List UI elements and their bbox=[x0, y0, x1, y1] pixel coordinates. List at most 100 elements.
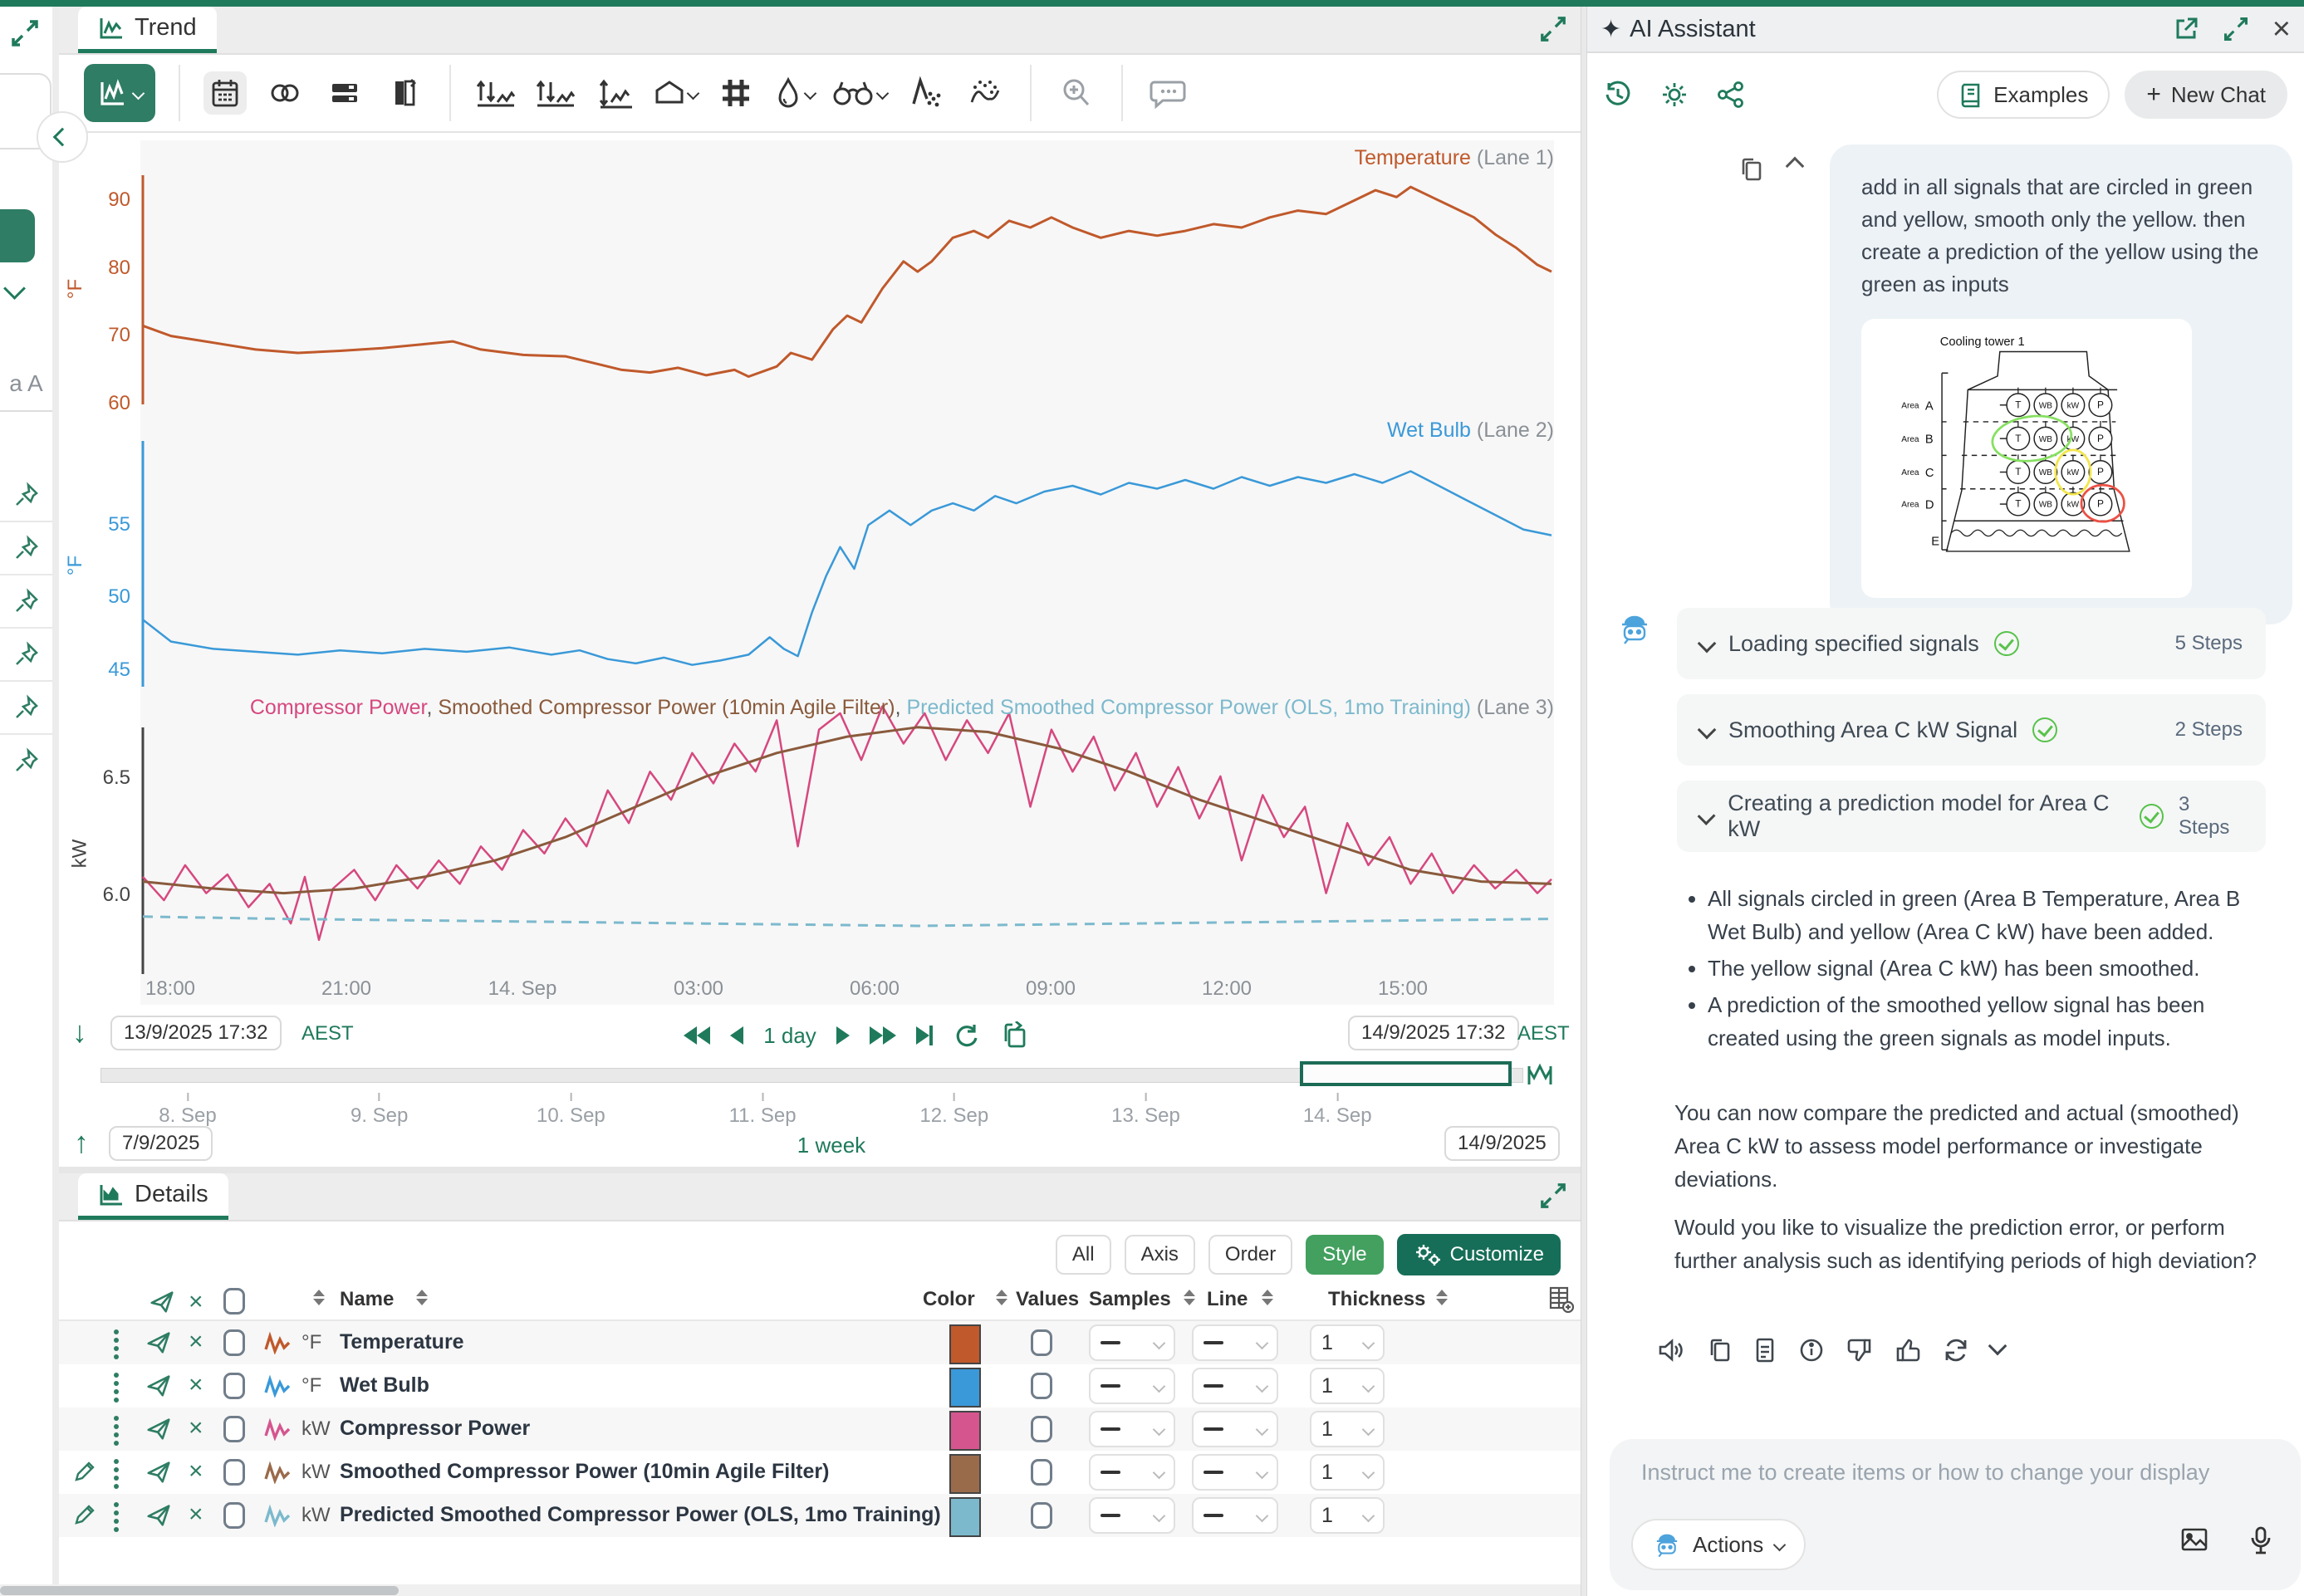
kebab-menu-icon[interactable] bbox=[114, 1459, 119, 1489]
send-icon[interactable] bbox=[145, 1415, 172, 1442]
send-icon[interactable] bbox=[145, 1372, 172, 1398]
display-start-input[interactable]: 13/9/2025 17:32 bbox=[110, 1016, 282, 1050]
thumbs-up-icon[interactable] bbox=[1895, 1337, 1921, 1363]
settings-gear-icon[interactable] bbox=[1660, 81, 1689, 109]
remove-all-icon[interactable]: × bbox=[189, 1290, 203, 1314]
copy-icon[interactable] bbox=[1707, 1337, 1732, 1363]
filter-style-button[interactable]: Style bbox=[1306, 1235, 1383, 1275]
filter-axis-button[interactable]: Axis bbox=[1125, 1235, 1195, 1275]
values-checkbox[interactable] bbox=[1031, 1459, 1052, 1486]
tab-trend[interactable]: Trend bbox=[78, 7, 217, 53]
samples-style-dropdown[interactable] bbox=[1089, 1368, 1175, 1404]
dimming-button[interactable] bbox=[774, 76, 815, 110]
chevron-down-icon[interactable] bbox=[1991, 1339, 2004, 1357]
sort-icon[interactable] bbox=[1184, 1290, 1195, 1305]
step-forward-fast-icon[interactable] bbox=[870, 1026, 896, 1045]
column-thickness[interactable]: Thickness bbox=[1328, 1288, 1425, 1311]
row-checkbox[interactable] bbox=[223, 1373, 245, 1399]
row-name[interactable]: Predicted Smoothed Compressor Power (OLS… bbox=[340, 1503, 941, 1527]
gridlines-icon[interactable] bbox=[714, 71, 757, 115]
remove-icon[interactable]: × bbox=[189, 1329, 203, 1354]
kebab-menu-icon[interactable] bbox=[114, 1373, 119, 1403]
step-group-2[interactable]: Smoothing Area C kW Signal 2 Steps bbox=[1677, 694, 2266, 766]
send-icon[interactable] bbox=[145, 1329, 172, 1355]
color-swatch[interactable] bbox=[949, 1411, 981, 1451]
auto-scale-icon[interactable] bbox=[594, 71, 637, 115]
row-checkbox[interactable] bbox=[223, 1459, 245, 1486]
chat-input[interactable] bbox=[1640, 1459, 2257, 1486]
customize-button[interactable]: Customize bbox=[1397, 1234, 1561, 1275]
share-icon[interactable] bbox=[1717, 81, 1745, 109]
info-icon[interactable] bbox=[1798, 1337, 1825, 1363]
values-checkbox[interactable] bbox=[1031, 1329, 1052, 1356]
table-row[interactable]: ×kWSmoothed Compressor Power (10min Agil… bbox=[59, 1451, 1581, 1494]
move-start-down-icon[interactable]: ↓ bbox=[72, 1017, 87, 1047]
step-group-3[interactable]: Creating a prediction model for Area C k… bbox=[1677, 781, 2266, 852]
move-start-up-icon[interactable]: ↑ bbox=[74, 1128, 89, 1158]
thickness-dropdown[interactable]: 1 bbox=[1310, 1454, 1385, 1491]
open-in-new-icon[interactable] bbox=[2173, 16, 2199, 42]
samples-style-dropdown[interactable] bbox=[1089, 1497, 1175, 1534]
collapse-sidebar-button[interactable] bbox=[37, 111, 88, 163]
expand-details-icon[interactable] bbox=[1539, 1182, 1567, 1210]
image-upload-icon[interactable] bbox=[2179, 1525, 2209, 1555]
filter-order-button[interactable]: Order bbox=[1208, 1235, 1292, 1275]
collapse-message-icon[interactable] bbox=[1788, 159, 1802, 183]
document-icon[interactable] bbox=[1753, 1337, 1777, 1363]
investigate-start-input[interactable]: 7/9/2025 bbox=[109, 1126, 213, 1161]
select-all-checkbox[interactable] bbox=[223, 1288, 245, 1314]
table-row[interactable]: ×kWPredicted Smoothed Compressor Power (… bbox=[59, 1494, 1581, 1537]
remove-icon[interactable]: × bbox=[189, 1502, 203, 1527]
row-name[interactable]: Temperature bbox=[340, 1330, 464, 1354]
investigate-duration[interactable]: 1 week bbox=[782, 1133, 881, 1158]
chevron-down-icon[interactable] bbox=[7, 281, 22, 301]
step-forward-icon[interactable] bbox=[836, 1026, 850, 1045]
scatter-smooth-icon[interactable] bbox=[963, 71, 1007, 115]
table-row[interactable]: ×°FWet Bulb1 bbox=[59, 1364, 1581, 1408]
column-color[interactable]: Color bbox=[923, 1288, 975, 1311]
sort-icon[interactable] bbox=[313, 1290, 325, 1305]
calendar-icon[interactable] bbox=[203, 71, 247, 115]
zoom-in-icon[interactable] bbox=[1055, 71, 1098, 115]
step-back-icon[interactable] bbox=[730, 1026, 743, 1045]
remove-icon[interactable]: × bbox=[189, 1416, 203, 1441]
row-name[interactable]: Smoothed Compressor Power (10min Agile F… bbox=[340, 1460, 829, 1484]
pin-icon[interactable] bbox=[0, 521, 52, 575]
color-swatch[interactable] bbox=[949, 1324, 981, 1364]
kebab-menu-icon[interactable] bbox=[114, 1329, 119, 1359]
sort-icon[interactable] bbox=[996, 1290, 1007, 1305]
trend-chart-svg[interactable] bbox=[140, 140, 1554, 1005]
actions-button[interactable]: Actions bbox=[1631, 1519, 1806, 1570]
send-icon[interactable] bbox=[145, 1458, 172, 1485]
sort-icon[interactable] bbox=[416, 1290, 428, 1305]
refresh-icon[interactable] bbox=[953, 1022, 979, 1049]
color-swatch[interactable] bbox=[949, 1454, 981, 1494]
tab-details[interactable]: Details bbox=[78, 1173, 228, 1220]
samples-style-dropdown[interactable] bbox=[1089, 1454, 1175, 1491]
column-line[interactable]: Line bbox=[1207, 1288, 1248, 1311]
pin-icon[interactable] bbox=[0, 681, 52, 735]
new-chat-button[interactable]: + New Chat bbox=[2125, 71, 2287, 119]
values-checkbox[interactable] bbox=[1031, 1502, 1052, 1529]
column-samples[interactable]: Samples bbox=[1089, 1288, 1171, 1311]
thickness-dropdown[interactable]: 1 bbox=[1310, 1411, 1385, 1447]
auto-update-icon[interactable] bbox=[1526, 1061, 1554, 1088]
row-checkbox[interactable] bbox=[223, 1416, 245, 1442]
samples-style-dropdown[interactable] bbox=[1089, 1411, 1175, 1447]
column-values[interactable]: Values bbox=[1016, 1288, 1079, 1311]
expand-trend-icon[interactable] bbox=[1539, 15, 1567, 43]
labels-tag-button[interactable] bbox=[654, 76, 698, 110]
display-end-timezone[interactable]: AEST bbox=[1517, 1022, 1570, 1045]
compare-icon[interactable] bbox=[383, 71, 426, 115]
step-back-fast-icon[interactable] bbox=[684, 1026, 710, 1045]
column-name[interactable]: Name bbox=[340, 1288, 394, 1311]
color-swatch[interactable] bbox=[949, 1368, 981, 1408]
line-style-dropdown[interactable] bbox=[1192, 1324, 1278, 1361]
line-style-dropdown[interactable] bbox=[1192, 1368, 1278, 1404]
horizontal-scrollbar-thumb[interactable] bbox=[0, 1586, 399, 1595]
layout-rows-icon[interactable] bbox=[323, 71, 366, 115]
copy-range-icon[interactable] bbox=[999, 1021, 1029, 1050]
remove-icon[interactable]: × bbox=[189, 1459, 203, 1484]
history-icon[interactable] bbox=[1604, 81, 1632, 109]
expand-icon[interactable] bbox=[2223, 16, 2249, 42]
